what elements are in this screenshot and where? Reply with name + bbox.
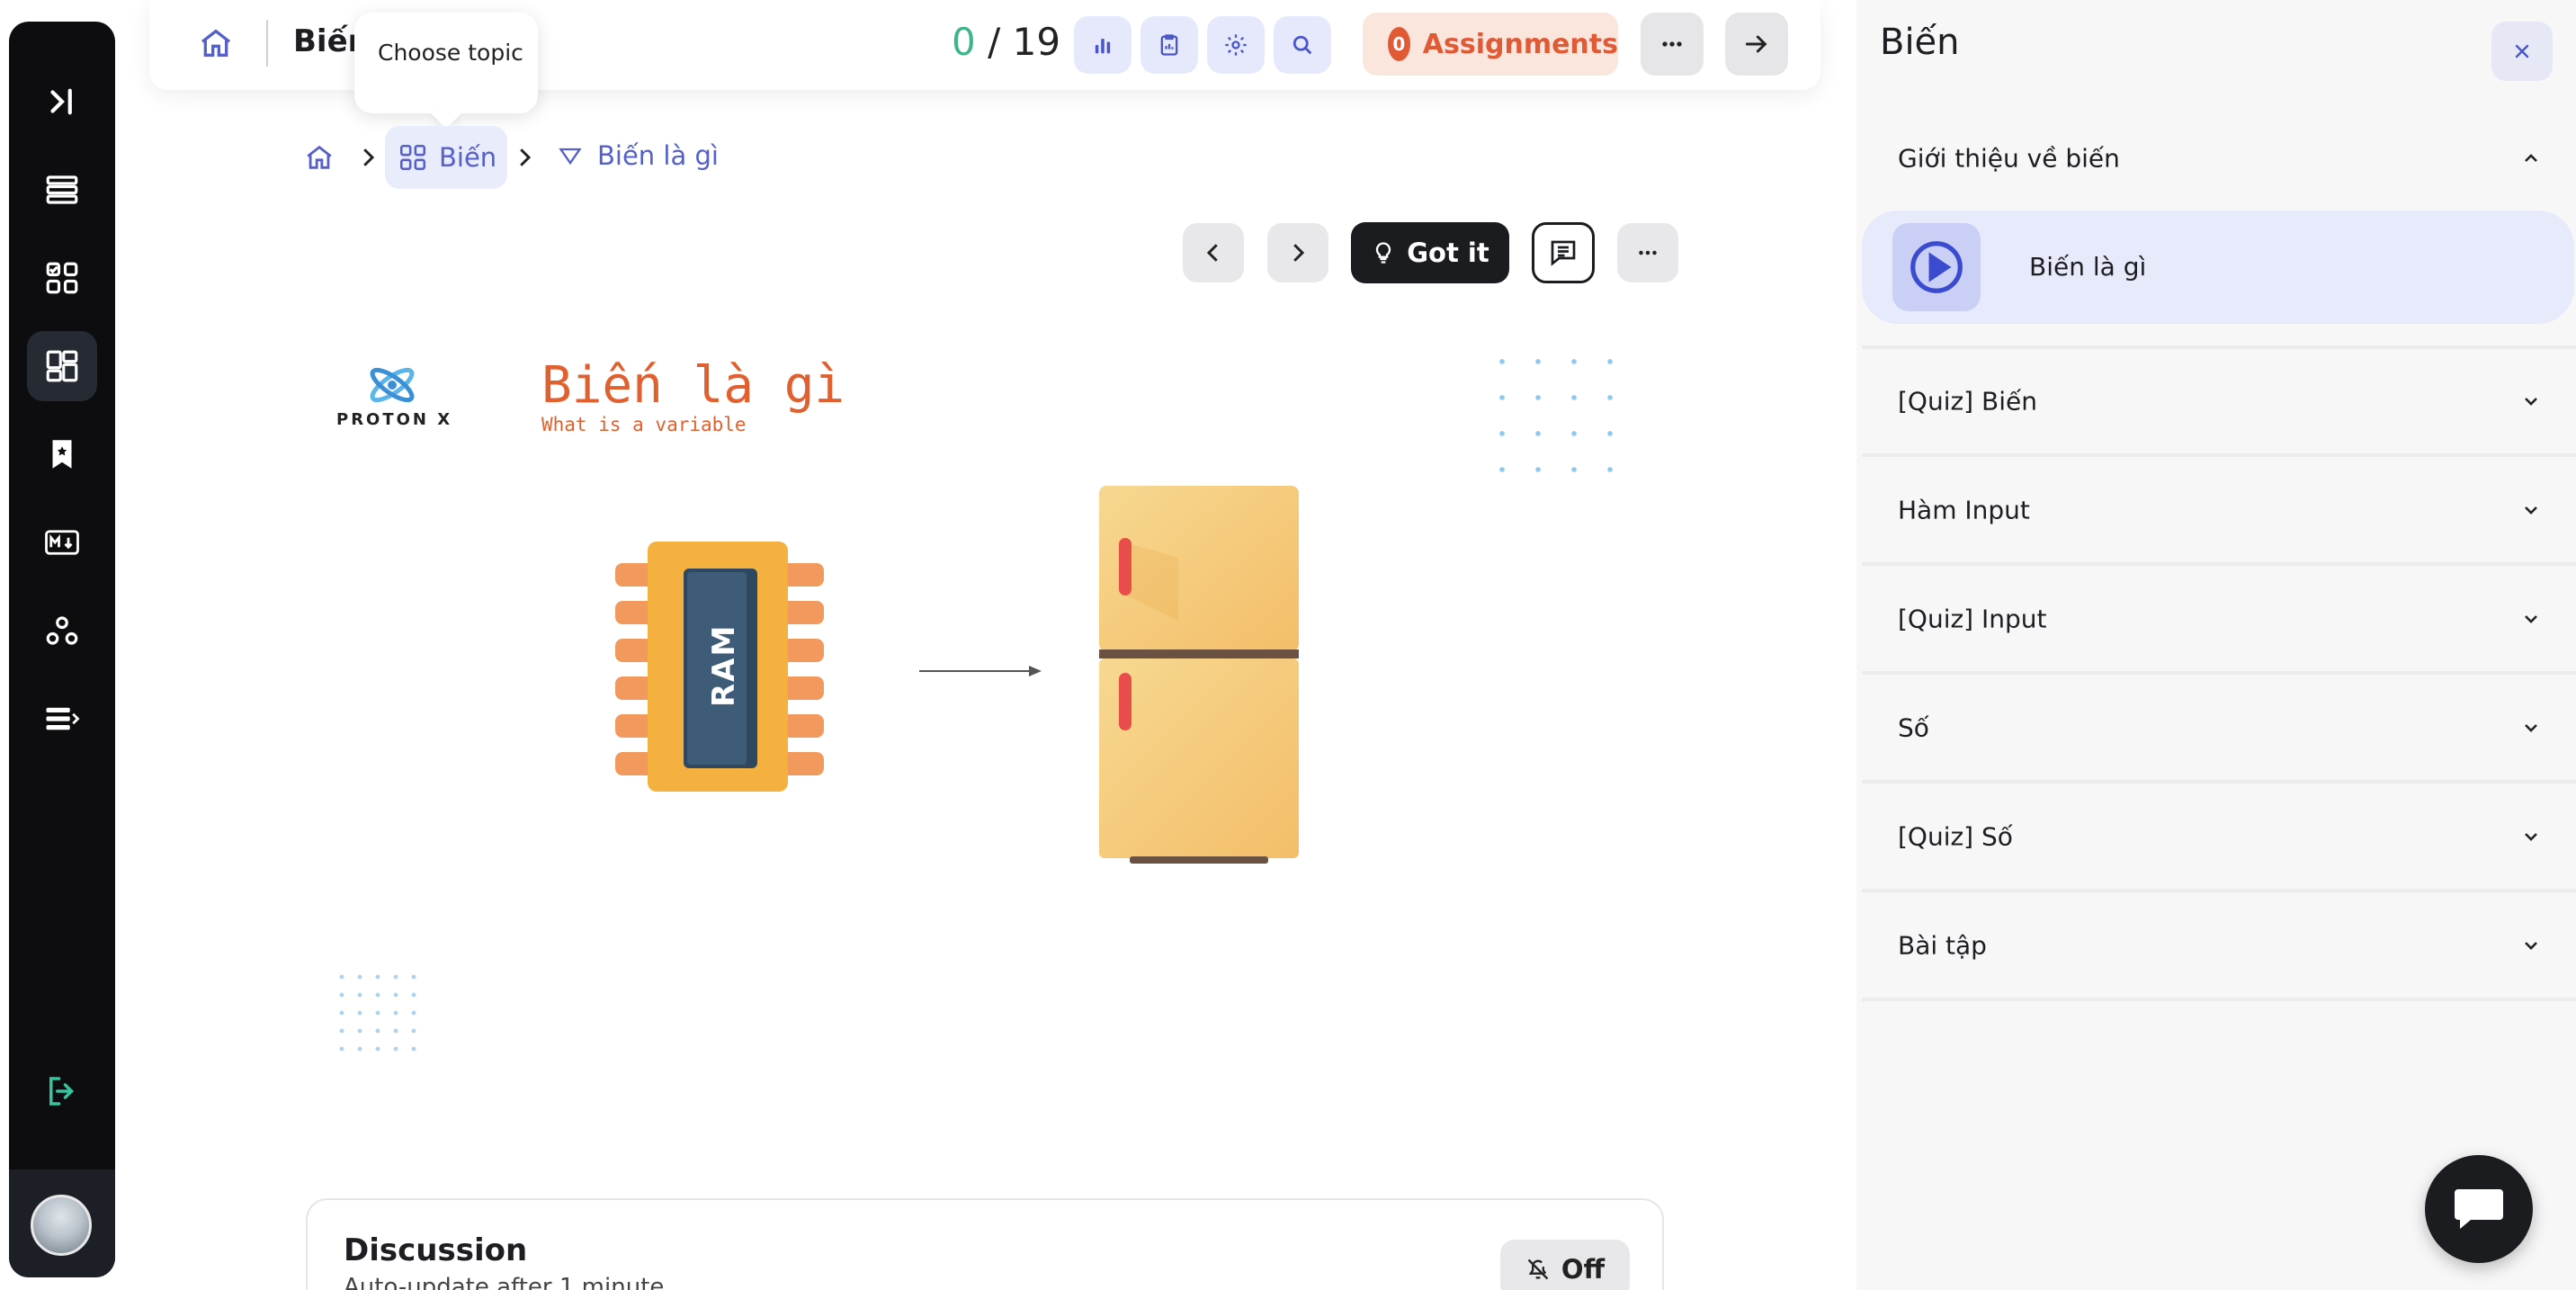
logout-icon[interactable] [27,1056,97,1126]
breadcrumb-home-icon[interactable] [304,142,335,173]
bell-off-icon [1527,1259,1549,1280]
progress-counter: 0 / 19 [952,20,1060,64]
notification-toggle-button[interactable]: Off [1500,1240,1630,1290]
list-expand-icon[interactable] [27,684,97,754]
arrow-graphic [919,666,1042,676]
notes-button[interactable] [1532,222,1595,283]
topic-panel: Biến Giới thiệu về biến Biến là gì [Quiz… [1856,0,2576,1290]
chevron-down-icon [2525,506,2537,515]
chevron-right-icon [1293,244,1305,262]
courses-icon[interactable] [27,155,97,225]
lesson-item-active[interactable]: Biến là gì [1862,211,2574,324]
comment-icon [1551,240,1576,266]
logo-text: PROTON X [336,410,453,429]
divider [266,20,268,67]
previous-slide-button[interactable] [1183,223,1244,282]
lightbulb-icon [1376,242,1391,264]
assignments-count-badge: 0 [1388,27,1410,61]
arrow-right-icon [1745,35,1767,53]
section-header[interactable]: Hàm Input [1862,458,2576,566]
section-label: Giới thiệu về biến [1898,143,2120,174]
section-header[interactable]: Số [1862,676,2576,784]
progress-done: 0 [952,20,976,64]
chevron-down-icon [2525,833,2537,841]
breadcrumb-topic-label: Biến [439,142,497,173]
section-header[interactable]: Giới thiệu về biến [1862,104,2576,212]
chart-icon [1095,39,1111,54]
got-it-button[interactable]: Got it [1351,222,1509,283]
got-it-label: Got it [1407,237,1489,268]
chevron-down-icon [2525,724,2537,732]
section-header[interactable]: Bài tập [1862,893,2576,1001]
assignments-label: Assignments [1422,28,1618,60]
clipboard-icon [1160,34,1178,56]
tasks-icon[interactable] [27,243,97,313]
section-label: [Quiz] Input [1898,604,2047,634]
collapse-sidebar-icon[interactable] [27,67,97,137]
chat-bubble-icon [2455,1189,2503,1229]
close-icon [2515,44,2529,58]
breadcrumb-lesson-label: Biến là gì [597,140,719,171]
assignments-button[interactable]: 0 Assignments [1363,13,1618,76]
discussion-subtitle: Auto-update after 1 minute [344,1274,665,1290]
section-label: Bài tập [1898,930,1987,961]
chevron-right-icon [363,148,375,166]
section-header[interactable]: [Quiz] Biến [1862,349,2576,457]
fridge-illustration [1099,486,1299,864]
report-button[interactable] [1140,16,1198,74]
progress-separator: / [975,20,1013,64]
grid-icon [399,144,426,171]
more-horizontal-icon [1662,41,1682,47]
breadcrumb-topic[interactable]: Biến [385,126,507,189]
stats-button[interactable] [1074,16,1131,74]
markdown-icon[interactable] [27,507,97,578]
section-header[interactable]: [Quiz] Số [1862,784,2576,892]
bookmark-icon[interactable] [27,419,97,489]
more-horizontal-icon [1639,250,1657,255]
lesson-item-label: Biến là gì [2029,252,2147,282]
settings-icon [1225,34,1247,56]
notification-toggle-label: Off [1561,1254,1606,1285]
lesson-slide: PROTON X Biến là gì What is a variable R… [306,324,1655,1079]
play-icon [1892,223,1981,311]
settings-button[interactable] [1207,16,1265,74]
discussion-title: Discussion [344,1232,528,1268]
slide-subtitle: What is a variable [541,414,747,435]
chevron-down-icon [2525,942,2537,950]
slide-title: Biến là gì [541,356,845,415]
breadcrumb-lesson[interactable]: Biến là gì [558,140,719,171]
search-icon [1292,35,1312,55]
progress-total: 19 [1012,20,1061,64]
discussion-card: Discussion Auto-update after 1 minute Of… [306,1198,1664,1290]
ram-chip-label: RAM [706,623,742,707]
chevron-down-icon [2525,398,2537,406]
section-label: Hàm Input [1898,495,2030,525]
next-lesson-button[interactable] [1725,13,1788,76]
panel-title: Biến [1880,22,1960,63]
search-button[interactable] [1274,16,1331,74]
close-panel-button[interactable] [2491,22,2553,81]
decorative-dots [333,968,423,1058]
dashboard-icon[interactable] [27,331,97,401]
lesson-triangle-icon [559,148,582,166]
community-icon[interactable] [27,596,97,666]
tooltip: Choose topic [354,13,538,113]
left-rail [9,22,115,1277]
section-label: [Quiz] Số [1898,821,2013,852]
chevron-right-icon [520,148,532,166]
protonx-logo [370,367,415,403]
section-label: Số [1898,712,1929,743]
section-header[interactable]: [Quiz] Input [1862,567,2576,675]
chevron-left-icon [1206,244,1218,262]
chevron-up-icon [2525,154,2537,162]
decorative-dots [1484,344,1637,488]
home-icon[interactable] [198,25,234,61]
avatar[interactable] [31,1195,92,1256]
chat-button[interactable] [2425,1155,2533,1263]
section-label: [Quiz] Biến [1898,386,2037,417]
next-slide-button[interactable] [1267,223,1328,282]
more-options-button[interactable] [1641,13,1704,76]
slide-more-button[interactable] [1617,223,1678,282]
chevron-down-icon [2525,615,2537,623]
